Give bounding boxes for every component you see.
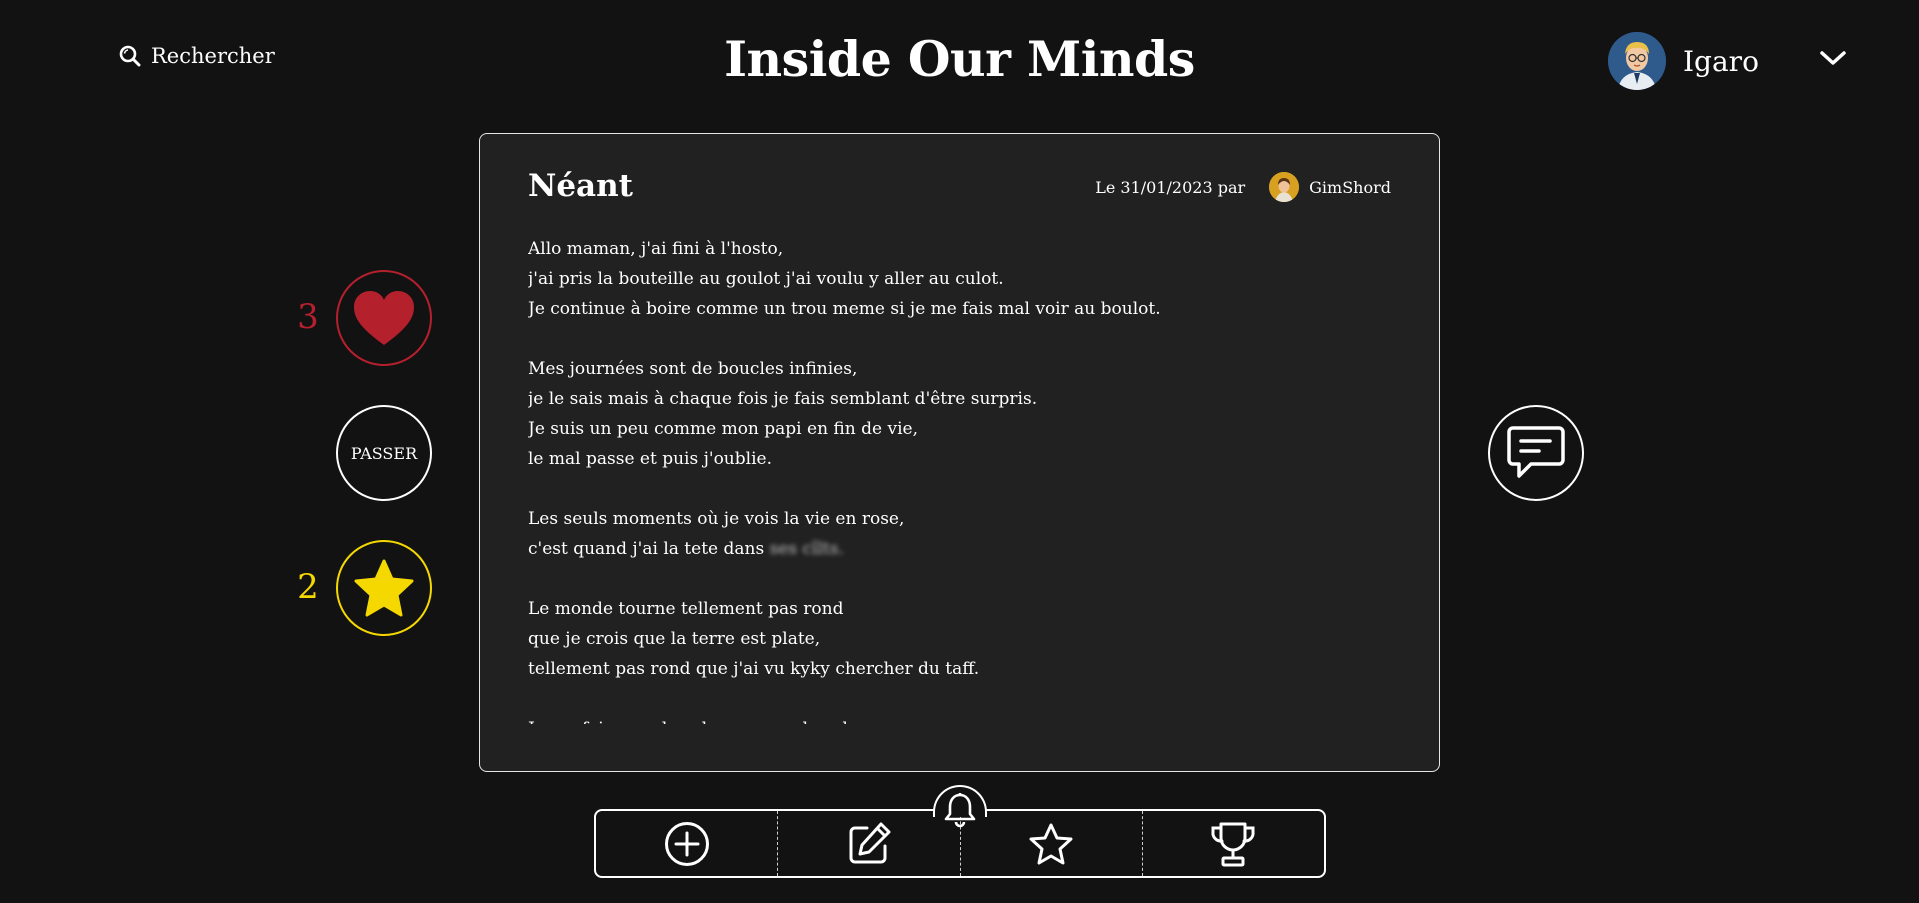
poem-line: Je continue à boire comme un trou meme s… [528, 299, 1161, 319]
comment-button[interactable] [1488, 405, 1584, 501]
poem-stanza: Mes journées sont de boucles infinies, j… [528, 354, 1388, 474]
poem-title: Néant [528, 168, 634, 204]
poem-date: Le 31/01/2023 par [1095, 177, 1246, 197]
heart-icon [352, 289, 416, 347]
poem-meta: Le 31/01/2023 par GimShord [1095, 172, 1391, 202]
poem-stanza: Je me fais marcher dessus, cracher dessu… [528, 714, 1388, 724]
poem-line: j'ai pris la bouteille au goulot j'ai vo… [528, 269, 1004, 289]
poem-stanza: Les seuls moments où je vois la vie en r… [528, 504, 1388, 564]
poem-line: Le monde tourne tellement pas rond [528, 599, 844, 619]
poem-card: Néant Le 31/01/2023 par GimShord Allo ma… [479, 133, 1440, 772]
nav-rankings[interactable] [1141, 811, 1324, 876]
user-avatar[interactable] [1608, 32, 1666, 90]
notifications-button[interactable] [933, 785, 987, 828]
star-icon [353, 558, 415, 618]
poem-line: Je suis un peu comme mon papi en fin de … [528, 419, 918, 439]
add-circle-icon [663, 820, 711, 868]
poem-line: Je me fais marcher dessus, cracher dessu… [528, 714, 1388, 724]
favorite-count: 2 [297, 567, 319, 607]
like-button[interactable] [336, 270, 432, 366]
nav-favorites[interactable] [959, 811, 1142, 876]
poem-line: que je crois que la terre est plate, [528, 629, 821, 649]
poem-line: tellement pas rond que j'ai vu kyky cher… [528, 659, 980, 679]
poem-stanza: Allo maman, j'ai fini à l'hosto, j'ai pr… [528, 234, 1388, 324]
poem-line: Mes journées sont de boucles infinies, [528, 359, 858, 379]
star-outline-icon [1028, 822, 1074, 866]
poem-author[interactable]: GimShord [1309, 178, 1391, 197]
poem-line: Allo maman, j'ai fini à l'hosto, [528, 239, 784, 259]
edit-icon [845, 820, 893, 868]
author-avatar[interactable] [1269, 172, 1300, 202]
poem-line-text: c'est quand j'ai la tete dans [528, 539, 765, 559]
poem-line: c'est quand j'ai la tete dans ses cîlts. [528, 534, 1388, 564]
trophy-icon [1209, 820, 1257, 868]
username: Igaro [1683, 44, 1759, 78]
poem-line: je le sais mais à chaque fois je fais se… [528, 389, 1038, 409]
poem-line: le mal passe et puis j'oublie. [528, 449, 772, 469]
poem-line: Les seuls moments où je vois la vie en r… [528, 509, 905, 529]
skip-label: PASSER [350, 443, 418, 463]
bell-icon [943, 792, 977, 828]
favorite-button[interactable] [336, 540, 432, 636]
chevron-down-icon[interactable] [1818, 48, 1848, 68]
nav-edit[interactable] [777, 811, 959, 876]
poem-body: Allo maman, j'ai fini à l'hosto, j'ai pr… [528, 234, 1388, 724]
censored-text: ses cîlts. [769, 539, 844, 559]
comment-icon [1505, 424, 1567, 482]
poem-stanza: Le monde tourne tellement pas rond que j… [528, 594, 1388, 684]
like-count: 3 [297, 297, 319, 337]
user-menu[interactable]: Igaro [1608, 32, 1759, 90]
nav-add-poem[interactable] [596, 811, 777, 876]
skip-button[interactable]: PASSER [336, 405, 432, 501]
